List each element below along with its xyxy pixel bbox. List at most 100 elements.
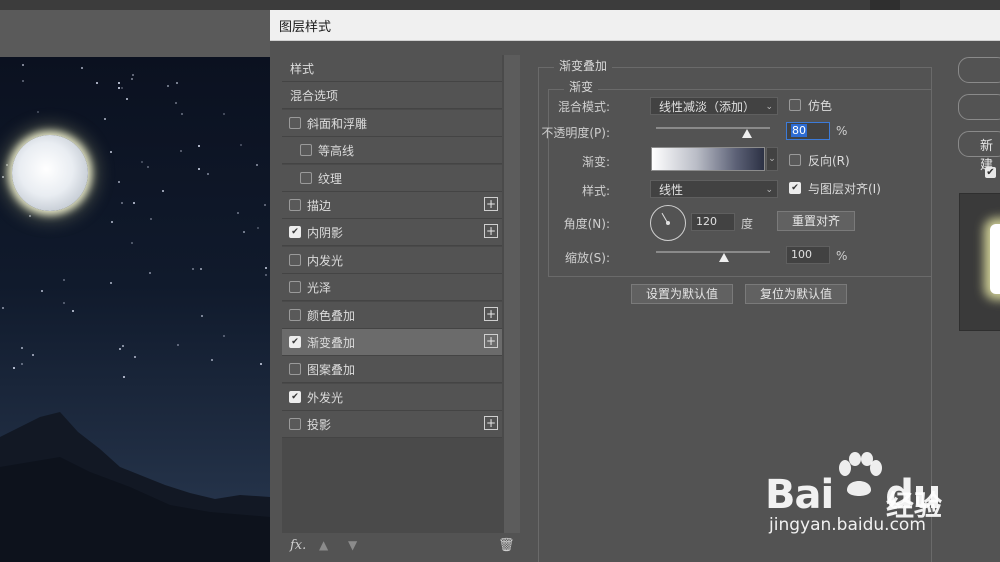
star xyxy=(110,281,113,284)
star xyxy=(120,201,123,204)
add-effect-icon[interactable]: + xyxy=(484,197,498,211)
mountains-silhouette xyxy=(0,412,270,562)
gradient-swatch[interactable] xyxy=(651,147,765,171)
star xyxy=(132,74,135,77)
star xyxy=(1,175,4,178)
trash-icon[interactable]: 🗑 xyxy=(498,538,515,553)
star xyxy=(150,217,153,220)
star xyxy=(148,272,151,275)
star xyxy=(63,302,66,305)
angle-input[interactable]: 120 xyxy=(691,213,735,231)
angle-dial[interactable] xyxy=(650,205,686,241)
style-checkbox[interactable]: ✔ xyxy=(289,336,301,348)
opacity-label: 不透明度(P): xyxy=(541,126,610,140)
star xyxy=(131,242,134,245)
star xyxy=(180,149,183,152)
star xyxy=(240,144,243,147)
style-list-item[interactable]: 混合选项 xyxy=(282,82,502,110)
gradient-dropdown-icon[interactable]: ⌄ xyxy=(766,147,778,171)
star xyxy=(176,343,179,346)
style-list-label: 图案叠加 xyxy=(307,363,356,378)
star xyxy=(146,166,149,169)
star xyxy=(265,274,268,277)
star xyxy=(176,82,179,85)
style-checkbox[interactable] xyxy=(289,418,301,431)
star xyxy=(29,214,32,217)
style-list-label: 光泽 xyxy=(307,281,332,296)
add-effect-icon[interactable]: + xyxy=(484,306,498,321)
opacity-slider-thumb[interactable] xyxy=(742,129,753,138)
star xyxy=(207,173,210,176)
dither-label: 仿色 xyxy=(808,99,833,113)
moon-image xyxy=(12,135,88,211)
reset-to-default-button[interactable]: 复位为默认值 xyxy=(745,284,847,304)
star xyxy=(110,150,113,153)
star xyxy=(181,112,184,115)
style-checkbox[interactable] xyxy=(289,363,301,376)
style-checkbox[interactable] xyxy=(289,116,301,129)
star xyxy=(81,66,84,69)
dialog-title-bar[interactable]: 图层样式 xyxy=(270,10,1000,41)
document-canvas[interactable] xyxy=(0,57,270,562)
fx-icon[interactable]: fx. xyxy=(290,538,306,553)
scale-input[interactable]: 100 xyxy=(786,246,830,264)
style-list-item[interactable]: 投影 + xyxy=(282,411,502,439)
add-effect-icon[interactable]: + xyxy=(484,224,498,239)
style-checkbox[interactable] xyxy=(289,308,301,321)
opacity-slider-track[interactable] xyxy=(656,127,770,129)
ok-button[interactable] xyxy=(958,57,1000,83)
reverse-checkbox[interactable] xyxy=(789,154,801,166)
style-list-item[interactable]: ✔ 内阴影 + xyxy=(282,219,502,247)
star xyxy=(264,204,267,207)
star xyxy=(104,117,107,120)
move-up-icon[interactable]: ▲ xyxy=(319,538,328,552)
style-list-item[interactable]: 颜色叠加 + xyxy=(282,301,502,329)
style-list-item[interactable]: ✔ 外发光 xyxy=(282,383,502,411)
star xyxy=(125,98,128,101)
style-list-item[interactable]: 斜面和浮雕 xyxy=(282,109,502,137)
style-preview xyxy=(959,193,1000,331)
star xyxy=(21,347,24,350)
opacity-input[interactable]: 80 xyxy=(786,122,830,140)
style-list-label: 内阴影 xyxy=(307,226,344,241)
opacity-unit: % xyxy=(836,124,848,138)
style-checkbox[interactable]: ✔ xyxy=(289,390,301,403)
style-select[interactable]: 线性 ⌄ xyxy=(650,180,778,198)
reset-alignment-button[interactable]: 重置对齐 xyxy=(777,211,855,231)
style-checkbox[interactable] xyxy=(289,281,301,294)
style-list-item[interactable]: 样式 xyxy=(282,55,502,82)
add-effect-icon[interactable]: + xyxy=(484,334,498,348)
star xyxy=(72,309,75,312)
star xyxy=(22,79,25,82)
style-list-item[interactable]: 纹理 xyxy=(282,164,502,192)
chevron-down-icon: ⌄ xyxy=(765,185,773,195)
style-list-item[interactable]: 内发光 xyxy=(282,246,502,274)
gradient-group-title: 渐变 xyxy=(564,78,599,95)
align-with-layer-checkbox[interactable]: ✔ xyxy=(789,182,801,194)
preview-checkbox[interactable]: ✔ xyxy=(985,167,996,178)
scale-slider-track[interactable] xyxy=(656,251,770,253)
star xyxy=(132,201,135,204)
toolbar-icon[interactable] xyxy=(870,0,900,10)
dither-checkbox[interactable] xyxy=(789,99,801,111)
make-default-button[interactable]: 设置为默认值 xyxy=(631,284,733,304)
style-list-item[interactable]: 光泽 xyxy=(282,274,502,302)
scale-slider-thumb[interactable] xyxy=(719,253,730,262)
style-checkbox[interactable] xyxy=(300,171,312,184)
blend-mode-select[interactable]: 线性减淡（添加） ⌄ xyxy=(650,97,778,115)
star xyxy=(118,348,121,351)
style-checkbox[interactable] xyxy=(289,199,301,211)
style-list-item[interactable]: 描边 + xyxy=(282,192,502,219)
style-list-item[interactable]: 图案叠加 xyxy=(282,356,502,384)
style-checkbox[interactable] xyxy=(300,144,312,157)
style-checkbox[interactable] xyxy=(289,253,301,266)
style-checkbox[interactable]: ✔ xyxy=(289,226,301,239)
cancel-button[interactable] xyxy=(958,94,1000,120)
canvas-margin xyxy=(0,10,270,57)
star xyxy=(32,353,35,356)
style-list-item[interactable]: ✔ 渐变叠加 + xyxy=(282,329,502,356)
style-list-item[interactable]: 等高线 xyxy=(282,137,502,165)
add-effect-icon[interactable]: + xyxy=(484,416,498,431)
move-down-icon[interactable]: ▼ xyxy=(348,538,357,552)
style-list-label: 颜色叠加 xyxy=(307,308,356,323)
